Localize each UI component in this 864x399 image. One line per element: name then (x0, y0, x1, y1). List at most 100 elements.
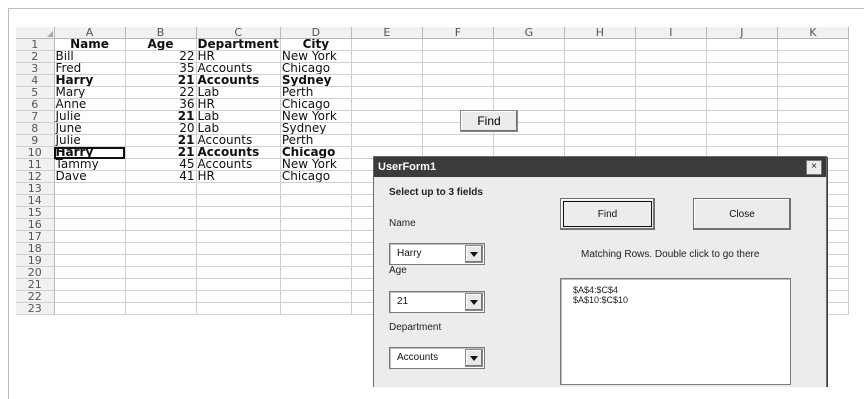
cell-e6[interactable] (351, 98, 423, 111)
cell-a20[interactable] (54, 266, 126, 279)
column-header-h[interactable]: H (564, 27, 636, 39)
cell-d23[interactable] (280, 302, 352, 315)
cell-b10[interactable]: 21 (125, 146, 197, 159)
row-header[interactable]: 15 (16, 206, 55, 219)
cell-b20[interactable] (125, 266, 197, 279)
cell-c13[interactable] (196, 182, 281, 195)
cell-c18[interactable] (196, 242, 281, 255)
column-header-f[interactable]: F (422, 27, 494, 39)
cell-g9[interactable] (493, 134, 565, 147)
cell-f9[interactable] (422, 134, 494, 147)
row-header[interactable]: 3 (16, 62, 55, 75)
cell-d13[interactable] (280, 182, 352, 195)
cell-b6[interactable]: 36 (125, 98, 197, 111)
cell-c3[interactable]: Accounts (196, 62, 281, 75)
cell-b14[interactable] (125, 194, 197, 207)
cell-e9[interactable] (351, 134, 423, 147)
cell-a11[interactable]: Tammy (54, 158, 126, 171)
cell-k6[interactable] (777, 98, 849, 111)
cell-e4[interactable] (351, 74, 423, 87)
cell-b5[interactable]: 22 (125, 86, 197, 99)
cell-e2[interactable] (351, 50, 423, 63)
cell-k2[interactable] (777, 50, 849, 63)
row-header[interactable]: 14 (16, 194, 55, 207)
cell-a8[interactable]: June (54, 122, 126, 135)
cell-k8[interactable] (777, 122, 849, 135)
find-button[interactable]: Find (560, 198, 655, 230)
cell-f2[interactable] (422, 50, 494, 63)
cell-e3[interactable] (351, 62, 423, 75)
row-header[interactable]: 20 (16, 266, 55, 279)
cell-k3[interactable] (777, 62, 849, 75)
cell-d14[interactable] (280, 194, 352, 207)
cell-j7[interactable] (706, 110, 778, 123)
cell-i6[interactable] (635, 98, 707, 111)
cell-d19[interactable] (280, 254, 352, 267)
cell-a1[interactable]: Name (54, 38, 126, 51)
cell-b7[interactable]: 21 (125, 110, 197, 123)
cell-d1[interactable]: City (280, 38, 352, 51)
cell-c19[interactable] (196, 254, 281, 267)
cell-g5[interactable] (493, 86, 565, 99)
cell-d7[interactable]: New York (280, 110, 352, 123)
cell-h2[interactable] (564, 50, 636, 63)
column-header-d[interactable]: D (280, 27, 352, 39)
chevron-down-icon[interactable] (465, 293, 483, 311)
cell-f1[interactable] (422, 38, 494, 51)
cell-d5[interactable]: Perth (280, 86, 352, 99)
cell-d2[interactable]: New York (280, 50, 352, 63)
cell-i5[interactable] (635, 86, 707, 99)
cell-a4[interactable]: Harry (54, 74, 126, 87)
cell-h4[interactable] (564, 74, 636, 87)
cell-b15[interactable] (125, 206, 197, 219)
close-icon[interactable]: × (806, 159, 822, 175)
column-header-k[interactable]: K (777, 27, 849, 39)
cell-b17[interactable] (125, 230, 197, 243)
cell-j5[interactable] (706, 86, 778, 99)
cell-b11[interactable]: 45 (125, 158, 197, 171)
cell-a3[interactable]: Fred (54, 62, 126, 75)
cell-d20[interactable] (280, 266, 352, 279)
cell-b19[interactable] (125, 254, 197, 267)
cell-c16[interactable] (196, 218, 281, 231)
column-header-g[interactable]: G (493, 27, 565, 39)
cell-a5[interactable]: Mary (54, 86, 126, 99)
cell-d6[interactable]: Chicago (280, 98, 352, 111)
cell-a15[interactable] (54, 206, 126, 219)
cell-d11[interactable]: New York (280, 158, 352, 171)
cell-k5[interactable] (777, 86, 849, 99)
age-combobox[interactable]: 21 (389, 291, 485, 313)
cell-d4[interactable]: Sydney (280, 74, 352, 87)
column-header-b[interactable]: B (125, 27, 197, 39)
cell-d15[interactable] (280, 206, 352, 219)
row-header[interactable]: 11 (16, 158, 55, 171)
row-header[interactable]: 19 (16, 254, 55, 267)
cell-b1[interactable]: Age (125, 38, 197, 51)
cell-d16[interactable] (280, 218, 352, 231)
cell-c10[interactable]: Accounts (196, 146, 281, 159)
cell-c15[interactable] (196, 206, 281, 219)
cell-a21[interactable] (54, 278, 126, 291)
row-header[interactable]: 22 (16, 290, 55, 303)
cell-j2[interactable] (706, 50, 778, 63)
cell-g3[interactable] (493, 62, 565, 75)
cell-b8[interactable]: 20 (125, 122, 197, 135)
cell-b3[interactable]: 35 (125, 62, 197, 75)
cell-a23[interactable] (54, 302, 126, 315)
row-header[interactable]: 23 (16, 302, 55, 315)
row-header[interactable]: 10 (16, 146, 55, 159)
cell-g6[interactable] (493, 98, 565, 111)
cell-g4[interactable] (493, 74, 565, 87)
cell-f6[interactable] (422, 98, 494, 111)
cell-c17[interactable] (196, 230, 281, 243)
column-header-a[interactable]: A (54, 27, 126, 39)
cell-d9[interactable]: Perth (280, 134, 352, 147)
cell-b23[interactable] (125, 302, 197, 315)
list-item[interactable]: $A$4:$C$4 (561, 285, 790, 295)
cell-a12[interactable]: Dave (54, 170, 126, 183)
row-header[interactable]: 16 (16, 218, 55, 231)
row-header[interactable]: 4 (16, 74, 55, 87)
cell-h7[interactable] (564, 110, 636, 123)
cell-i9[interactable] (635, 134, 707, 147)
cell-h1[interactable] (564, 38, 636, 51)
